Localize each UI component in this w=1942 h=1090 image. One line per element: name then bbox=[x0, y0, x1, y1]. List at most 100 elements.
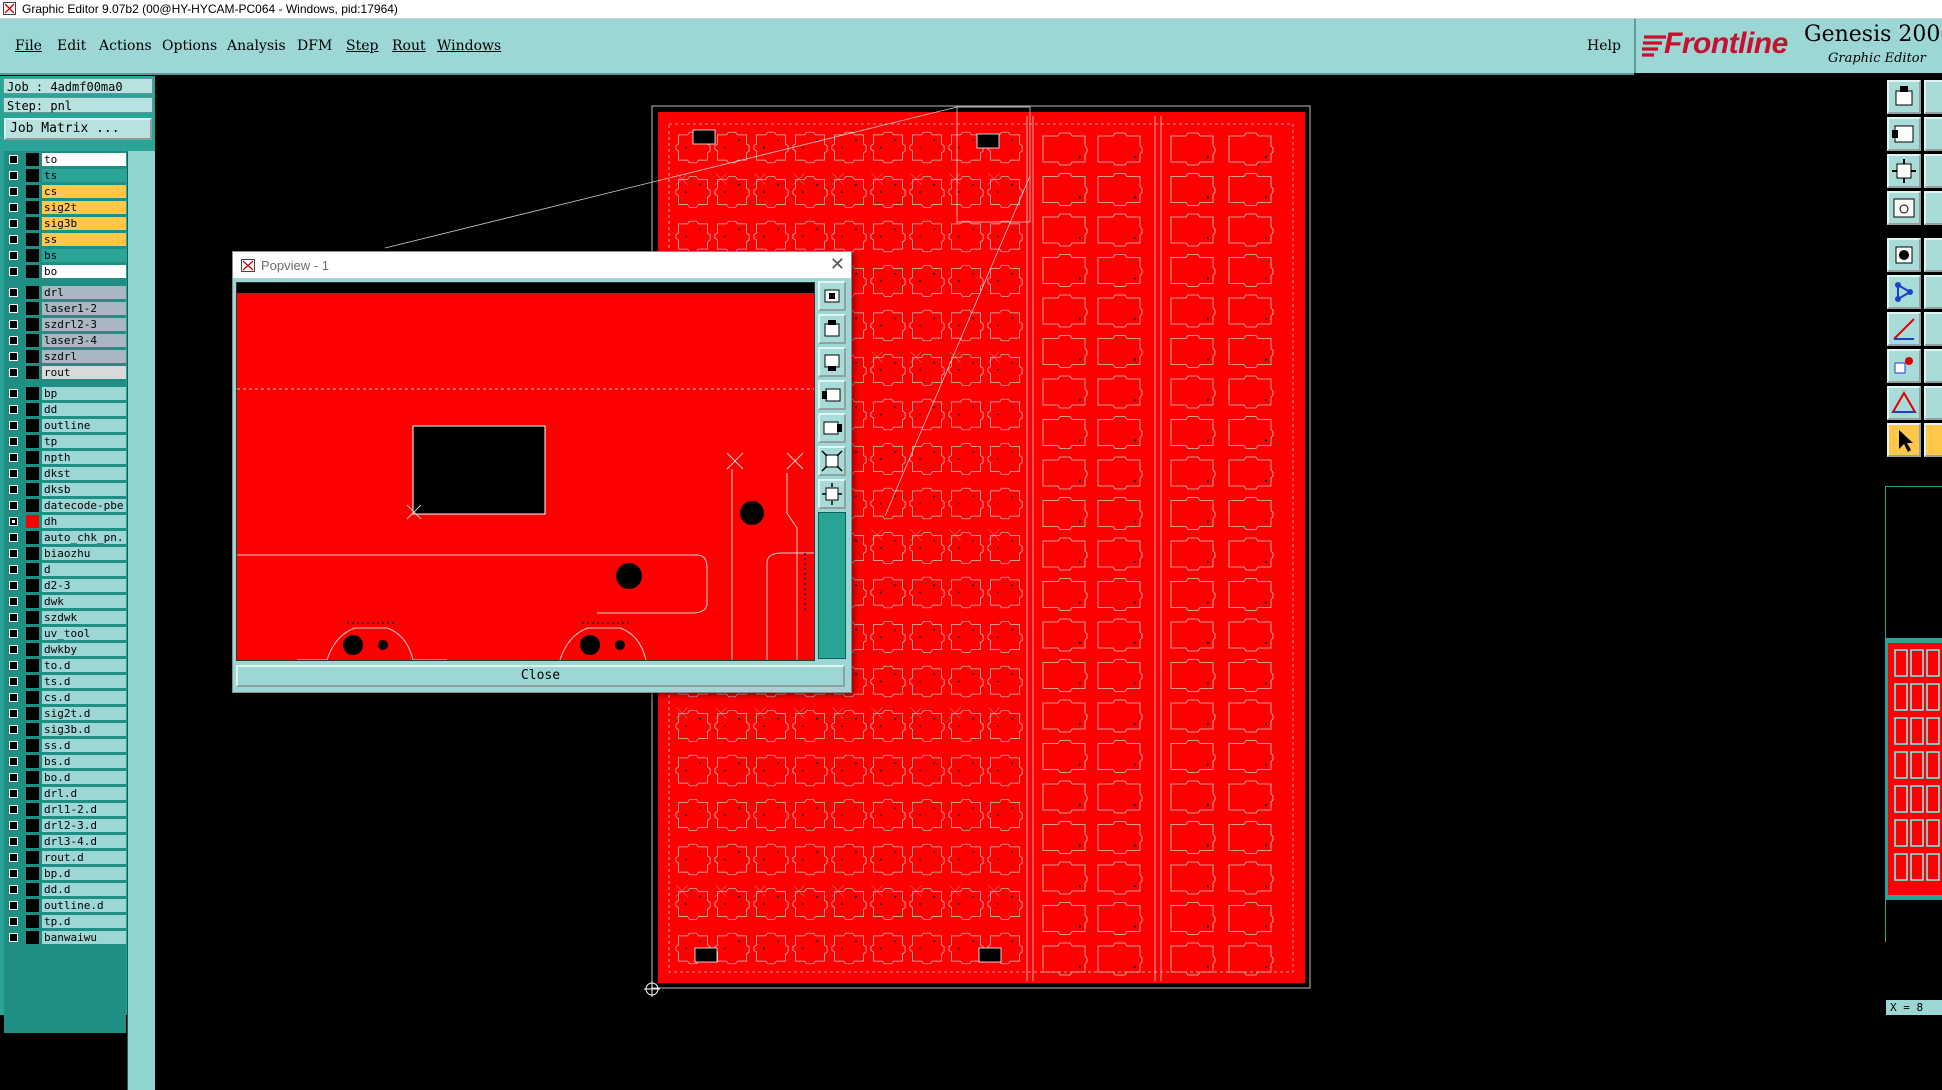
layer-checkbox[interactable] bbox=[9, 837, 18, 846]
layer-name[interactable]: bs.d bbox=[42, 755, 126, 768]
layer-color-swatch[interactable] bbox=[26, 185, 39, 198]
triangle-icon[interactable] bbox=[1887, 386, 1921, 420]
layer-name[interactable]: cs.d bbox=[42, 691, 126, 704]
draw-line-icon[interactable] bbox=[1924, 312, 1942, 346]
layer-row[interactable]: bs bbox=[4, 249, 126, 262]
layer-name[interactable]: rout.d bbox=[42, 851, 126, 864]
layer-row[interactable]: outline.d bbox=[4, 899, 126, 912]
layer-color-swatch[interactable] bbox=[26, 366, 39, 379]
layer-name[interactable]: sig3b bbox=[42, 217, 126, 230]
layer-color-swatch[interactable] bbox=[26, 563, 39, 576]
layer-name[interactable]: biaozhu bbox=[42, 547, 126, 560]
layer-name[interactable]: dh bbox=[42, 515, 126, 528]
layer-row[interactable]: ss.d bbox=[4, 739, 126, 752]
layer-checkbox[interactable] bbox=[9, 187, 18, 196]
layer-checkbox[interactable] bbox=[9, 773, 18, 782]
layer-checkbox[interactable] bbox=[9, 288, 18, 297]
layer-name[interactable]: outline bbox=[42, 419, 126, 432]
layer-row[interactable]: dwkby bbox=[4, 643, 126, 656]
layer-color-swatch[interactable] bbox=[26, 286, 39, 299]
zoom-view-icon[interactable] bbox=[1887, 191, 1921, 225]
layer-row[interactable]: drl3-4.d bbox=[4, 835, 126, 848]
layer-row[interactable]: auto_chk_pn. bbox=[4, 531, 126, 544]
layer-row[interactable]: banwaiwu bbox=[4, 931, 126, 944]
layer-color-swatch[interactable] bbox=[26, 691, 39, 704]
layer-checkbox[interactable] bbox=[9, 581, 18, 590]
popview-zoom-in-icon[interactable] bbox=[818, 446, 846, 476]
layer-color-swatch[interactable] bbox=[26, 851, 39, 864]
layer-color-swatch[interactable] bbox=[26, 318, 39, 331]
layer-checkbox[interactable] bbox=[9, 203, 18, 212]
layer-name[interactable]: dkst bbox=[42, 467, 126, 480]
select-box-icon[interactable] bbox=[1924, 423, 1942, 457]
layer-name[interactable]: d2-3 bbox=[42, 579, 126, 592]
layer-checkbox[interactable] bbox=[9, 885, 18, 894]
draw-angle-icon[interactable] bbox=[1924, 386, 1942, 420]
layer-color-swatch[interactable] bbox=[26, 803, 39, 816]
layer-checkbox[interactable] bbox=[9, 645, 18, 654]
layer-name[interactable]: sig3b.d bbox=[42, 723, 126, 736]
layer-name[interactable]: banwaiwu bbox=[42, 931, 126, 944]
pointer-icon[interactable] bbox=[1887, 423, 1921, 457]
layer-color-swatch[interactable] bbox=[26, 169, 39, 182]
layer-row[interactable]: dksb bbox=[4, 483, 126, 496]
layer-color-swatch[interactable] bbox=[26, 771, 39, 784]
measure-icon[interactable] bbox=[1887, 312, 1921, 346]
zoom-out-icon[interactable] bbox=[1924, 117, 1942, 151]
layer-name[interactable]: to bbox=[42, 153, 126, 166]
popview-canvas[interactable] bbox=[236, 282, 815, 661]
layer-color-swatch[interactable] bbox=[26, 643, 39, 656]
layer-color-swatch[interactable] bbox=[26, 153, 39, 166]
zoom-box-icon[interactable] bbox=[1887, 154, 1921, 188]
layer-name[interactable]: drl bbox=[42, 286, 126, 299]
layer-row[interactable]: tp bbox=[4, 435, 126, 448]
layer-name[interactable]: bo.d bbox=[42, 771, 126, 784]
layer-checkbox[interactable] bbox=[9, 501, 18, 510]
layer-name[interactable]: bs bbox=[42, 249, 126, 262]
menu-help[interactable]: Help bbox=[1587, 38, 1621, 54]
layer-color-swatch[interactable] bbox=[26, 451, 39, 464]
layer-color-swatch[interactable] bbox=[26, 883, 39, 896]
layer-row[interactable]: to bbox=[4, 153, 126, 166]
layer-checkbox[interactable] bbox=[9, 368, 18, 377]
layer-name[interactable]: ss bbox=[42, 233, 126, 246]
layer-color-swatch[interactable] bbox=[26, 547, 39, 560]
layer-checkbox[interactable] bbox=[9, 757, 18, 766]
layer-color-swatch[interactable] bbox=[26, 217, 39, 230]
layer-checkbox[interactable] bbox=[9, 437, 18, 446]
layer-name[interactable]: outline.d bbox=[42, 899, 126, 912]
layer-row[interactable]: szdrl2-3 bbox=[4, 318, 126, 331]
layer-row[interactable]: ts bbox=[4, 169, 126, 182]
layer-color-swatch[interactable] bbox=[26, 249, 39, 262]
layer-checkbox[interactable] bbox=[9, 693, 18, 702]
feature-icon[interactable] bbox=[1887, 349, 1921, 383]
layer-checkbox[interactable] bbox=[9, 469, 18, 478]
zoom-home-icon[interactable] bbox=[1887, 80, 1921, 114]
layer-row[interactable]: drl1-2.d bbox=[4, 803, 126, 816]
layer-color-swatch[interactable] bbox=[26, 531, 39, 544]
layer-color-swatch[interactable] bbox=[26, 835, 39, 848]
layer-name[interactable]: npth bbox=[42, 451, 126, 464]
layer-row[interactable]: szdwk bbox=[4, 611, 126, 624]
job-matrix-button[interactable]: Job Matrix ... bbox=[4, 118, 152, 140]
layer-checkbox[interactable] bbox=[9, 549, 18, 558]
popview-titlebar[interactable]: Popview - 1 ✕ bbox=[233, 252, 851, 278]
layer-checkbox[interactable] bbox=[9, 933, 18, 942]
layer-name[interactable]: rout bbox=[42, 366, 126, 379]
layer-row[interactable]: rout bbox=[4, 366, 126, 379]
layer-color-swatch[interactable] bbox=[26, 931, 39, 944]
layer-checkbox[interactable] bbox=[9, 405, 18, 414]
layer-checkbox[interactable] bbox=[9, 251, 18, 260]
zoom-pan-icon[interactable] bbox=[1924, 154, 1942, 188]
close-icon[interactable]: ✕ bbox=[830, 254, 845, 275]
menu-rout[interactable]: Rout bbox=[392, 38, 426, 54]
layer-color-swatch[interactable] bbox=[26, 867, 39, 880]
layer-row[interactable]: szdrl bbox=[4, 350, 126, 363]
layer-checkbox[interactable] bbox=[9, 352, 18, 361]
layer-checkbox[interactable] bbox=[9, 917, 18, 926]
layer-name[interactable]: bp.d bbox=[42, 867, 126, 880]
layer-row[interactable]: drl.d bbox=[4, 787, 126, 800]
layer-name[interactable]: tp bbox=[42, 435, 126, 448]
layer-checkbox[interactable] bbox=[9, 709, 18, 718]
layer-row[interactable]: ss bbox=[4, 233, 126, 246]
